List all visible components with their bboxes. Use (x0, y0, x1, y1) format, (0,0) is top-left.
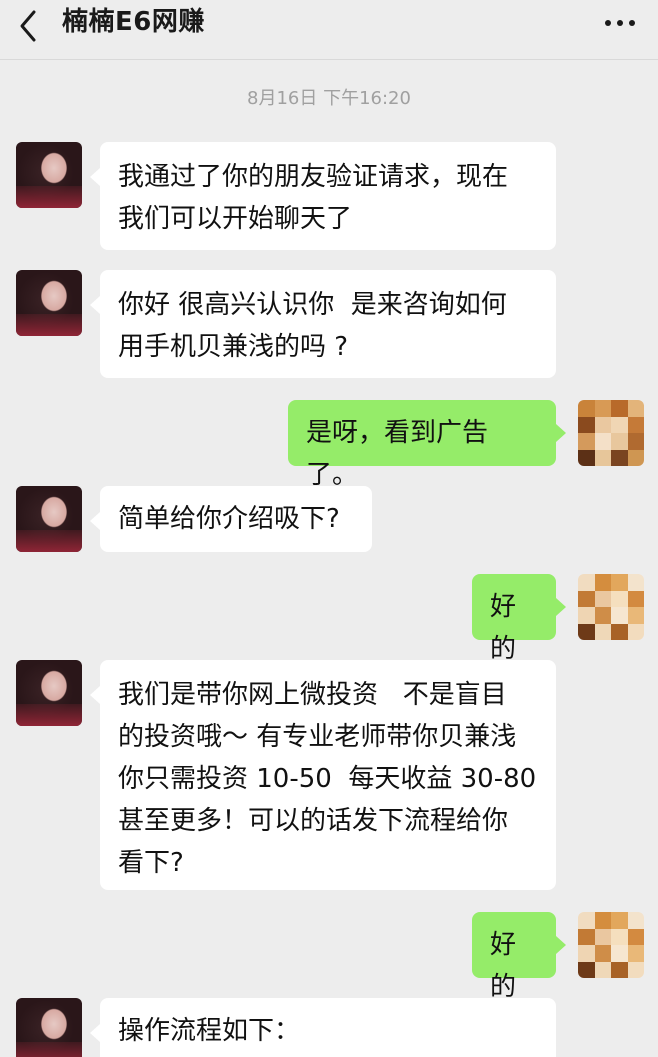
user-avatar[interactable] (578, 574, 644, 640)
contact-avatar[interactable] (16, 486, 82, 552)
contact-avatar[interactable] (16, 142, 82, 208)
contact-avatar[interactable] (16, 660, 82, 726)
more-button[interactable] (598, 8, 642, 38)
chat-title: 楠楠E6网赚 (62, 7, 205, 37)
incoming-message-bubble[interactable]: 我们是带你网上微投资 不是盲目 的投资哦～ 有专业老师带你贝兼浅 你只需投资 1… (90, 660, 556, 890)
back-button[interactable] (8, 6, 52, 50)
chat-screen: 楠楠E6网赚 8月16日 下午16:20 我通过了你的朋友验证请求，现在 我们可… (0, 0, 658, 1057)
incoming-message-bubble[interactable]: 我通过了你的朋友验证请求，现在 我们可以开始聊天了 (90, 142, 556, 250)
user-avatar[interactable] (578, 400, 644, 466)
outgoing-message-bubble[interactable]: 是呀，看到广告了。 (288, 400, 566, 490)
outgoing-message-bubble[interactable]: 好的 (472, 574, 566, 664)
more-dots-icon (605, 20, 635, 26)
chat-header: 楠楠E6网赚 (0, 0, 658, 60)
contact-avatar[interactable] (16, 270, 82, 336)
user-avatar[interactable] (578, 912, 644, 978)
incoming-message-bubble[interactable]: 简单给你介绍吸下? (90, 486, 372, 552)
message-timestamp: 8月16日 下午16:20 (247, 88, 411, 109)
outgoing-message-bubble[interactable]: 好的 (472, 912, 566, 1002)
contact-avatar[interactable] (16, 998, 82, 1057)
incoming-message-bubble[interactable]: 你好 很高兴认识你 是来咨询如何 用手机贝兼浅的吗 ? (90, 270, 556, 378)
incoming-message-bubble[interactable]: 操作流程如下： (90, 998, 556, 1057)
chevron-left-icon (20, 10, 36, 42)
